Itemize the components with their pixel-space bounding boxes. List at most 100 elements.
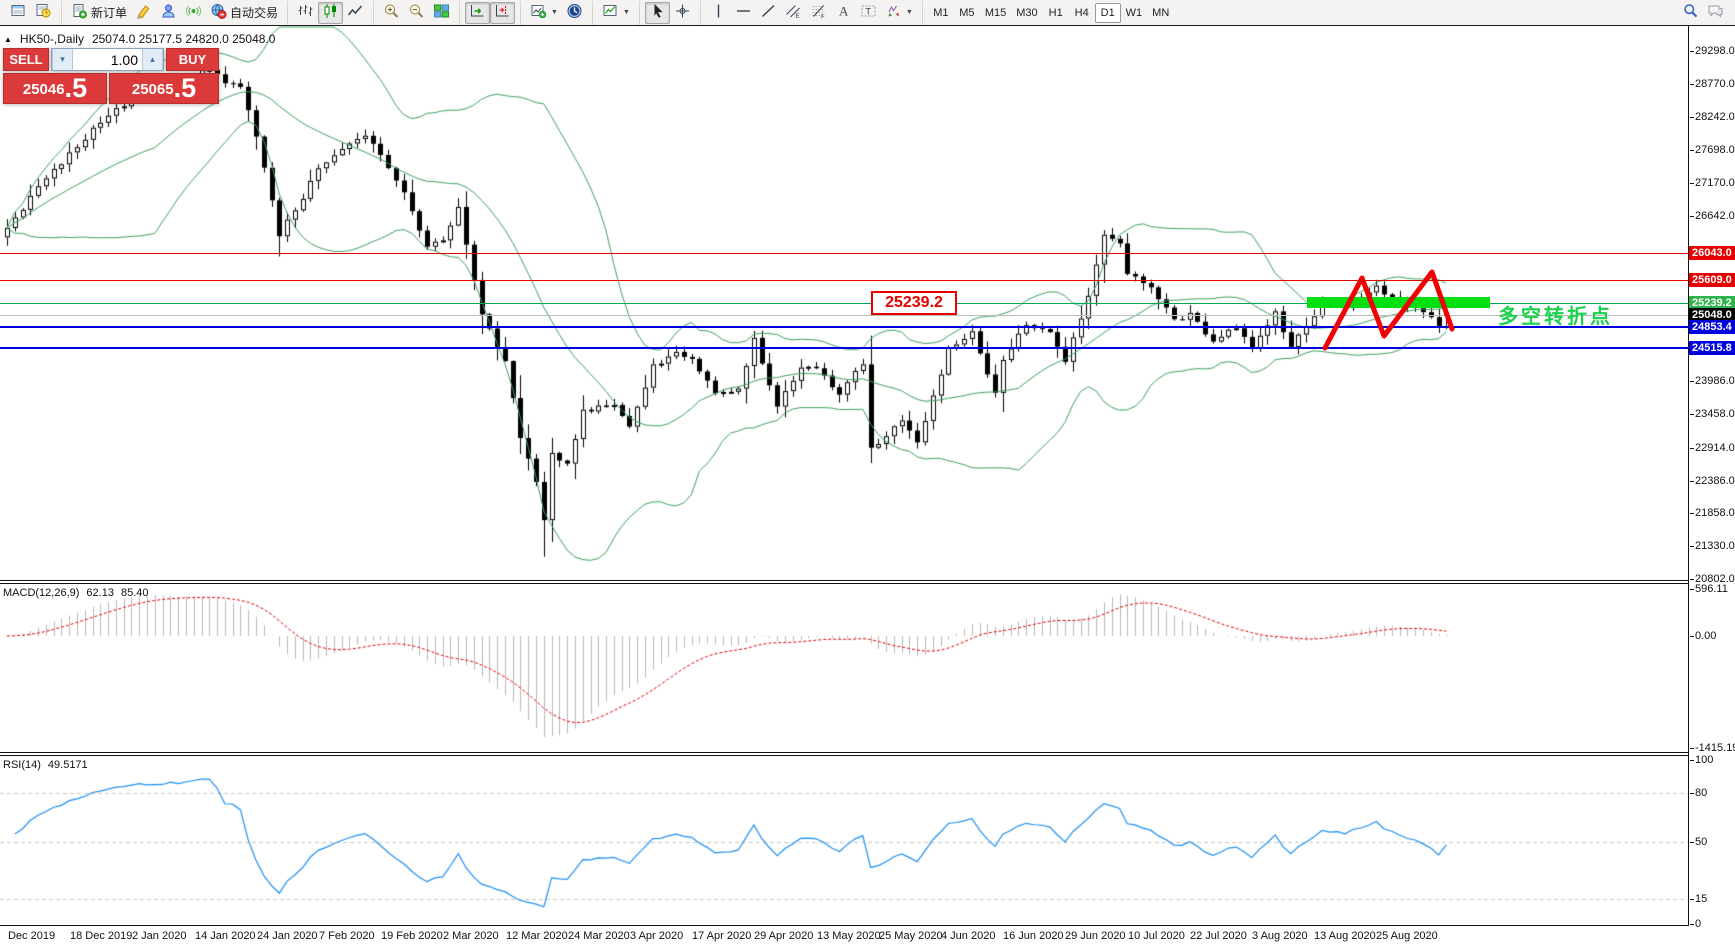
toolbar-button-d1[interactable]: D1	[1094, 2, 1121, 23]
toolbar-button-m15-label: M15	[984, 6, 1007, 19]
toolbar-button-auto-scroll[interactable]	[465, 1, 491, 24]
toolbar-button-crosshair[interactable]	[670, 2, 695, 24]
volume-input[interactable]	[73, 49, 142, 70]
toolbar-button-m1[interactable]: M1	[928, 3, 954, 23]
support-zone-bar[interactable]	[1307, 297, 1490, 308]
tick-dash	[1690, 924, 1694, 925]
date-axis-label: 14 Jan 2020	[195, 930, 256, 942]
chart-shift-icon	[494, 3, 511, 22]
toolbar-group: M1 M5 M15 M30 H1 H4 D1 W1 MN	[921, 0, 1177, 25]
macd-indicator-label: MACD(12,26,9) 62.13 85.40	[3, 587, 148, 599]
tick-dash	[1690, 51, 1694, 52]
toolbar-button-m5[interactable]: M5	[954, 3, 980, 23]
time-axis-border	[0, 925, 1689, 926]
toolbar-button-zoom-out[interactable]	[404, 2, 429, 24]
toolbar-button-chart-shift[interactable]	[490, 1, 516, 24]
zoom-in-icon	[383, 3, 400, 22]
date-axis-label: 3 Aug 2020	[1252, 930, 1308, 942]
toolbar-button-line-chart[interactable]	[343, 2, 368, 24]
toolbar-button-search[interactable]	[1678, 2, 1703, 24]
price-axis[interactable]: 29298.0 28770.0 28242.0 27698.0 27170.0 26642…	[1689, 26, 1735, 945]
price-axis-tick: 22914.0	[1690, 442, 1735, 454]
sell-button[interactable]: SELL	[3, 48, 49, 71]
svg-text:A: A	[839, 4, 849, 19]
toolbar-button-terminal[interactable]	[6, 2, 31, 24]
toolbar-button-mn[interactable]: MN	[1147, 3, 1174, 23]
toolbar-group	[373, 0, 457, 25]
buy-button[interactable]: BUY	[166, 48, 219, 71]
sell-price-display[interactable]: 25046.5	[3, 73, 107, 104]
price-chart-canvas[interactable]	[0, 26, 1689, 926]
date-axis-label: 7 Feb 2020	[319, 930, 375, 942]
volume-decrease-button[interactable]: ▾	[52, 49, 73, 70]
date-axis-label: 22 Jul 2020	[1190, 930, 1247, 942]
toolbar-button-m15[interactable]: M15	[980, 3, 1011, 23]
tick-dash	[1690, 899, 1694, 900]
horizontal-price-line[interactable]	[0, 280, 1688, 281]
horizontal-price-line[interactable]	[0, 253, 1688, 254]
toolbar-button-m1-label: M1	[933, 6, 949, 19]
toolbar-button-candlestick[interactable]	[318, 1, 344, 24]
buy-price-display[interactable]: 25065.5	[109, 73, 219, 104]
chart-ohlc-values: 25074.0 25177.5 24820.0 25048.0	[91, 32, 276, 46]
toolbar-button-profiles[interactable]: ▼	[598, 2, 634, 24]
indicators-icon	[135, 3, 152, 22]
tick-dash	[1690, 117, 1694, 118]
toolbar-button-horizontal-line[interactable]	[731, 2, 756, 24]
price-axis-tick: 27170.0	[1690, 177, 1735, 189]
toolbar-button-indicators[interactable]	[131, 2, 156, 24]
clock-icon	[566, 3, 583, 22]
fibonacci-icon: F	[810, 3, 827, 22]
toolbar-button-w1[interactable]: W1	[1121, 3, 1148, 23]
toolbar-button-text-label[interactable]: T	[856, 2, 881, 24]
toolbar-button-new-chart[interactable]: ▼	[526, 2, 562, 24]
toolbar-button-m30-label: M30	[1016, 6, 1038, 19]
horizontal-price-line[interactable]	[0, 315, 1688, 316]
search-icon	[1682, 3, 1699, 22]
pane-separator-rsi[interactable]	[0, 752, 1689, 756]
toolbar-button-chat[interactable]	[1703, 2, 1728, 24]
price-axis-tick: 29298.0	[1690, 45, 1735, 57]
date-axis-label: 13 Aug 2020	[1314, 930, 1376, 942]
toolbar-button-arrows[interactable]: ▼	[881, 2, 917, 24]
toolbar-group	[638, 0, 698, 25]
toolbar-button-fibonacci[interactable]: F	[806, 2, 831, 24]
channel-icon: E	[785, 3, 802, 22]
toolbar-button-vertical-line[interactable]	[706, 2, 731, 24]
toolbar-button-h4-label: H4	[1074, 6, 1089, 19]
toolbar-button-m30[interactable]: M30	[1011, 3, 1042, 23]
date-axis-label: 3 Apr 2020	[630, 930, 684, 942]
toolbar-button-signal[interactable]	[181, 2, 206, 24]
collapse-panel-icon[interactable]: ▲	[4, 35, 12, 44]
pivot-point-text[interactable]: 多空转折点	[1498, 300, 1613, 329]
toolbar-button-clock[interactable]	[562, 2, 587, 24]
toolbar-group: E F A T ▼	[699, 0, 920, 25]
toolbar-button-profile[interactable]	[156, 2, 181, 24]
horizontal-price-line[interactable]	[0, 326, 1688, 328]
toolbar-button-h1[interactable]: H1	[1043, 3, 1069, 23]
tick-dash	[1690, 589, 1694, 590]
new-order-icon	[71, 3, 88, 22]
buy-price-frac: .5	[173, 73, 197, 103]
horizontal-price-line[interactable]	[0, 347, 1688, 349]
pane-separator-macd[interactable]	[0, 580, 1689, 584]
toolbar-button-autotrading[interactable]: 自动交易	[206, 2, 282, 24]
toolbar-button-cursor[interactable]	[644, 1, 670, 24]
toolbar-button-strategy-tester[interactable]	[31, 2, 56, 24]
chevron-down-icon: ▼	[551, 9, 558, 16]
toolbar-button-trendline[interactable]	[756, 2, 781, 24]
toolbar-button-h4[interactable]: H4	[1069, 3, 1095, 23]
volume-stepper: ▾ ▴	[51, 48, 164, 71]
toolbar-button-new-order[interactable]: 新订单	[67, 2, 131, 24]
price-annotation-box[interactable]: 25239.2	[871, 291, 957, 315]
macd-signal-value: 85.40	[120, 587, 149, 599]
volume-increase-button[interactable]: ▴	[142, 49, 163, 70]
toolbar-button-text[interactable]: A	[831, 2, 856, 24]
toolbar-button-bar-chart[interactable]	[293, 2, 318, 24]
toolbar-button-tile-windows[interactable]	[429, 2, 454, 24]
date-axis-label: 29 Jun 2020	[1065, 930, 1126, 942]
cursor-icon	[649, 3, 666, 22]
toolbar-button-channel[interactable]: E	[781, 2, 806, 24]
toolbar-button-zoom-in[interactable]	[379, 2, 404, 24]
price-axis-tick: 23986.0	[1690, 375, 1735, 387]
